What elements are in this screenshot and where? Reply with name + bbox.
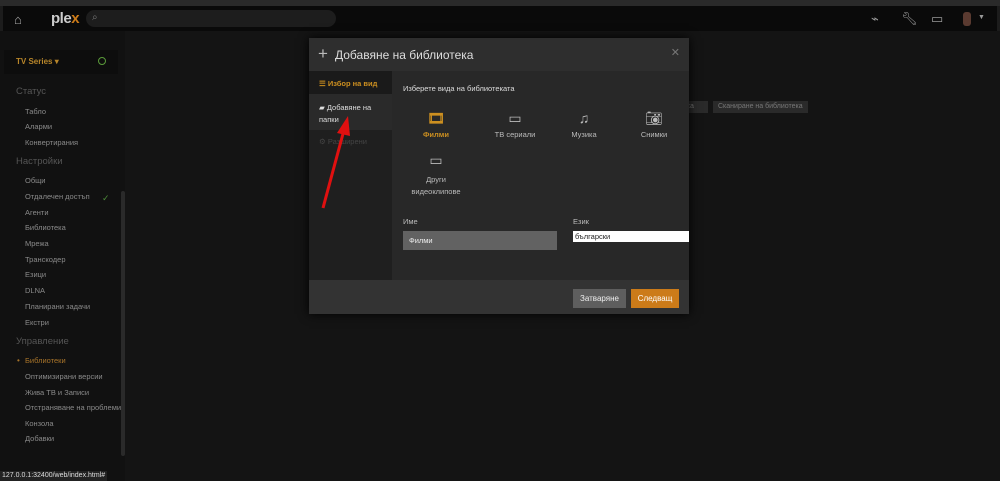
music-icon: ♫ bbox=[578, 110, 590, 126]
chevron-down-icon[interactable]: ▼ bbox=[978, 14, 985, 21]
sidebar-item[interactable]: Оптимизирани версии bbox=[25, 372, 103, 381]
sidebar-item[interactable]: Библиотека bbox=[25, 223, 66, 232]
search-icon: ⌕ bbox=[92, 12, 98, 23]
folder-icon: ▰ bbox=[319, 103, 325, 112]
dialog-content: Изберете вида на библиотеката 🎞︎ Филми ▭ Т… bbox=[392, 71, 689, 280]
film-icon: 🎞︎ bbox=[427, 110, 445, 126]
search-input[interactable]: ⌕ bbox=[86, 10, 336, 27]
language-select[interactable]: български bbox=[573, 231, 689, 242]
dialog-title: Добавяне на библиотека bbox=[335, 48, 474, 62]
sidebar-item[interactable]: Отдалечен достъп bbox=[25, 192, 90, 201]
scan-library-button[interactable]: Сканиране на библиотека bbox=[713, 101, 808, 113]
camera-icon: 📷︎ bbox=[645, 110, 663, 126]
sidebar-item[interactable]: Общи bbox=[25, 176, 46, 185]
activity-icon[interactable]: ⌁ bbox=[871, 11, 879, 27]
cast-icon[interactable]: ▭ bbox=[931, 11, 943, 27]
sidebar-section-title: Статус bbox=[16, 86, 47, 97]
add-library-dialog: + Добавяне на библиотека ✕ ☰ Избор на ви… bbox=[309, 38, 689, 314]
sidebar-item[interactable]: Аларми bbox=[25, 122, 52, 131]
status-bar-url: 127.0.0.1:32400/web/index.html# bbox=[0, 471, 108, 481]
next-button[interactable]: Следващ bbox=[631, 289, 679, 308]
video-camera-icon: ▭ bbox=[429, 152, 443, 168]
avatar[interactable] bbox=[963, 12, 971, 26]
type-tv[interactable]: ▭ ТВ сериали bbox=[485, 110, 545, 139]
sidebar-item[interactable]: Екстри bbox=[25, 318, 49, 327]
type-other-videos[interactable]: ▭ Други видеоклипове bbox=[406, 152, 466, 198]
sidebar-section-title: Настройки bbox=[16, 156, 63, 167]
sidebar-section-title: Управление bbox=[16, 336, 69, 347]
sidebar-item[interactable]: Мрежа bbox=[25, 239, 49, 248]
sidebar-item[interactable]: Планирани задачи bbox=[25, 302, 90, 311]
active-bullet: • bbox=[17, 356, 20, 365]
status-icon bbox=[98, 57, 106, 65]
sidebar-item[interactable]: Конвертирания bbox=[25, 138, 78, 147]
name-label: Име bbox=[403, 217, 418, 226]
sidebar-item[interactable]: Библиотеки bbox=[25, 356, 66, 365]
sidebar-item[interactable]: DLNA bbox=[25, 286, 45, 295]
sidebar-item[interactable]: Конзола bbox=[25, 419, 54, 428]
sidebar-item[interactable]: Жива ТВ и Записи bbox=[25, 388, 89, 397]
language-label: Език bbox=[573, 217, 589, 226]
sidebar-item[interactable]: Агенти bbox=[25, 208, 49, 217]
type-photos[interactable]: 📷︎ Снимки bbox=[624, 110, 684, 139]
nav-advanced[interactable]: ⚙ Разширени bbox=[309, 137, 392, 146]
sidebar-item[interactable]: Транскодер bbox=[25, 255, 66, 264]
name-input[interactable]: Филми bbox=[403, 231, 557, 250]
top-bar: ⌂ plex ⌕ ⌁ 🔧︎ ▭ ▼ bbox=[3, 6, 997, 31]
plus-icon: + bbox=[318, 44, 328, 63]
nav-add-folders[interactable]: ▰ Добавяне на папки bbox=[309, 94, 392, 130]
type-movies[interactable]: 🎞︎ Филми bbox=[406, 110, 466, 139]
dialog-nav: ☰ Избор на вид ▰ Добавяне на папки ⚙ Раз… bbox=[309, 71, 392, 280]
plex-logo[interactable]: plex bbox=[51, 10, 80, 27]
library-selector[interactable]: TV Series ▾ bbox=[4, 50, 118, 74]
dialog-header: + Добавяне на библиотека ✕ bbox=[309, 38, 689, 71]
tv-icon: ▭ bbox=[508, 110, 522, 126]
close-icon[interactable]: ✕ bbox=[671, 46, 680, 59]
home-icon[interactable]: ⌂ bbox=[14, 12, 28, 27]
dialog-footer: Затваряне Следващ bbox=[309, 280, 689, 314]
sidebar-item[interactable]: Добавки bbox=[25, 434, 54, 443]
check-icon: ✓ bbox=[102, 193, 110, 203]
wrench-icon[interactable]: 🔧︎ bbox=[901, 11, 918, 27]
close-button[interactable]: Затваряне bbox=[573, 289, 626, 308]
type-prompt: Изберете вида на библиотеката bbox=[403, 84, 515, 93]
sidebar-scrollbar[interactable] bbox=[121, 191, 125, 456]
type-music[interactable]: ♫ Музика bbox=[554, 110, 614, 139]
nav-select-type[interactable]: ☰ Избор на вид bbox=[309, 71, 392, 94]
sidebar-item[interactable]: Отстраняване на проблеми bbox=[25, 403, 121, 412]
sidebar-item[interactable]: Езици bbox=[25, 270, 46, 279]
sidebar-item[interactable]: Табло bbox=[25, 107, 46, 116]
